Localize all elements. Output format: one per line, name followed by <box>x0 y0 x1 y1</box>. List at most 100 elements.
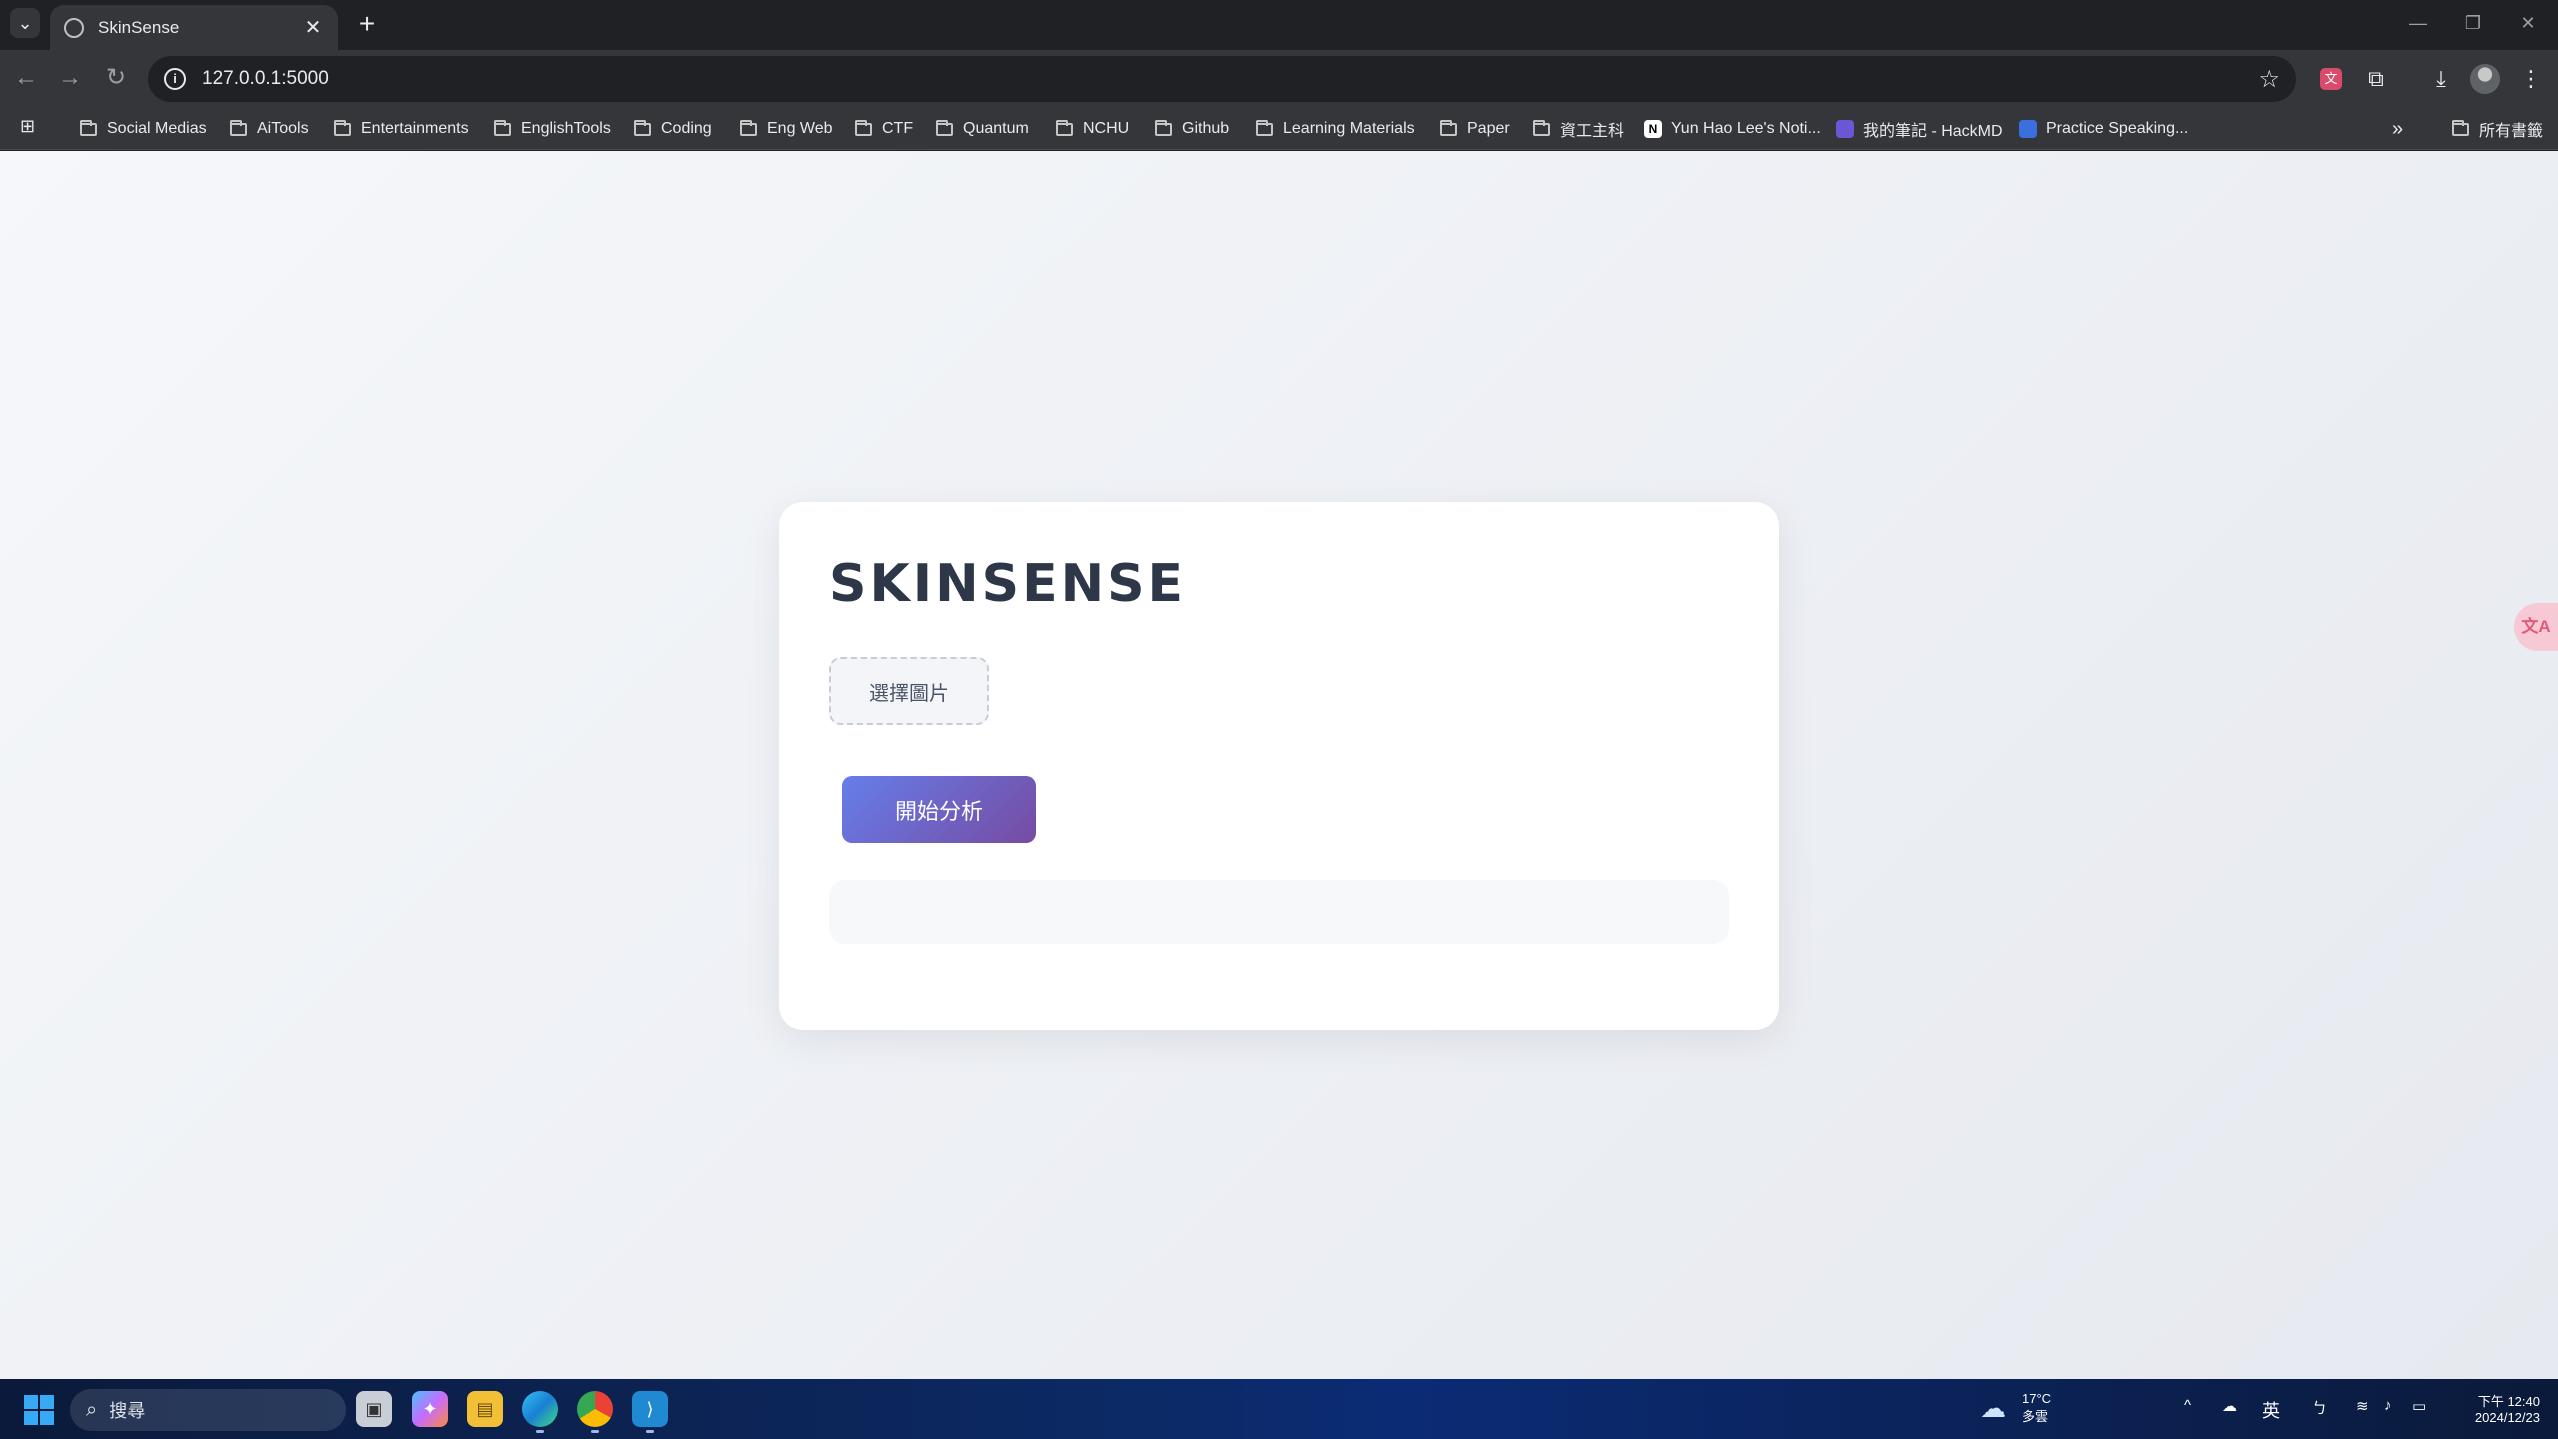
bookmark-label: NCHU <box>1083 120 1130 137</box>
reload-button[interactable]: ↻ <box>100 62 132 94</box>
browser-toolbar: ← → ↻ i 127.0.0.1:5000 ☆ 文 ⧉ ⤓ ⋮ <box>0 50 2558 108</box>
folder-icon <box>334 119 351 136</box>
taskbar-search[interactable]: ⌕ 搜尋 <box>70 1389 346 1431</box>
bookmark-item[interactable]: Quantum <box>936 116 1029 142</box>
bookmark-item[interactable]: Social Medias <box>80 116 207 142</box>
folder-icon <box>1440 119 1457 136</box>
bookmark-label: 我的筆記 - HackMD <box>1863 123 2003 140</box>
arrow-left-icon: ← <box>14 64 38 91</box>
bookmark-item[interactable]: 資工主科 <box>1533 116 1624 142</box>
bookmark-item[interactable]: Coding <box>634 116 712 142</box>
bookmark-label: Github <box>1182 120 1230 137</box>
site-info-icon[interactable]: i <box>164 68 186 90</box>
search-icon: ⌕ <box>86 1398 98 1421</box>
copilot-icon[interactable]: ✦ <box>412 1391 448 1427</box>
weather-widget[interactable]: 17°C 多雲 <box>2022 1391 2051 1425</box>
folder-icon <box>1256 119 1273 136</box>
folder-icon <box>855 119 872 136</box>
clock-date: 2024/12/23 <box>2474 1410 2540 1425</box>
back-button[interactable]: ← <box>10 62 42 94</box>
bookmark-item[interactable]: Learning Materials <box>1256 116 1415 142</box>
bookmark-label: Quantum <box>963 120 1029 137</box>
minimize-button[interactable]: — <box>2398 8 2438 38</box>
page-content: SKINSENSE 選擇圖片 開始分析 文A <box>0 151 2558 1379</box>
bookmark-item[interactable]: 我的筆記 - HackMD <box>1836 116 2003 142</box>
side-translate-icon[interactable]: 文A <box>2514 603 2558 651</box>
extensions-icon[interactable]: ⧉ <box>2360 63 2392 95</box>
bookmark-label: EnglishTools <box>521 120 611 137</box>
battery-icon[interactable]: ▭ <box>2412 1397 2426 1415</box>
bookmark-item[interactable]: Eng Web <box>740 116 833 142</box>
bookmark-label: 資工主科 <box>1560 123 1625 140</box>
bookmark-label: Eng Web <box>767 120 833 137</box>
close-window-button[interactable]: ✕ <box>2508 8 2548 38</box>
all-bookmarks-button[interactable]: 所有書籤 <box>2452 116 2543 142</box>
app-title: SKINSENSE <box>829 554 1187 614</box>
page-favicon-icon <box>1836 120 1854 138</box>
tab-close-button[interactable]: ✕ <box>302 15 324 40</box>
bookmark-item[interactable]: EnglishTools <box>494 116 611 142</box>
folder-icon <box>1056 119 1073 136</box>
wifi-icon[interactable]: ≋ <box>2356 1397 2369 1415</box>
bookmark-item[interactable]: Entertainments <box>334 116 469 142</box>
folder-icon <box>634 119 651 136</box>
windows-start-icon[interactable] <box>24 1395 54 1425</box>
edge-browser-icon[interactable] <box>522 1391 558 1433</box>
bookmark-label: Coding <box>661 120 712 137</box>
restore-button[interactable]: ❐ <box>2453 8 2493 38</box>
folder-icon <box>2452 119 2469 136</box>
arrow-right-icon: → <box>58 64 82 91</box>
bookmark-item[interactable]: Practice Speaking... <box>2019 116 2188 142</box>
volume-icon[interactable]: ♪ <box>2384 1397 2392 1414</box>
tab-strip: ⌄ SkinSense ✕ + — ❐ ✕ <box>0 0 2558 50</box>
apps-grid-icon[interactable]: ⊞ <box>20 116 40 136</box>
chrome-browser-icon[interactable] <box>577 1391 613 1433</box>
folder-icon <box>740 119 757 136</box>
globe-icon <box>64 17 84 38</box>
onedrive-icon[interactable]: ☁ <box>2222 1397 2237 1415</box>
url-text[interactable]: 127.0.0.1:5000 <box>202 68 2258 90</box>
bookmark-label: AiTools <box>257 120 309 137</box>
profile-avatar[interactable] <box>2470 64 2500 94</box>
choose-image-button[interactable]: 選擇圖片 <box>829 657 989 725</box>
forward-button[interactable]: → <box>54 62 86 94</box>
bookmark-label: Practice Speaking... <box>2046 120 2189 137</box>
all-bookmarks-label: 所有書籤 <box>2479 123 2544 140</box>
taskbar-search-label: 搜尋 <box>109 1401 146 1421</box>
bookmark-label: CTF <box>882 120 914 137</box>
vscode-icon[interactable]: ⟩ <box>632 1391 668 1433</box>
tab-title: SkinSense <box>98 17 180 37</box>
tab-skinsense[interactable]: SkinSense ✕ <box>50 5 338 50</box>
bookmark-star-icon[interactable]: ☆ <box>2258 65 2280 94</box>
folder-icon <box>1155 119 1172 136</box>
tray-chevron-up-icon[interactable]: ^ <box>2184 1397 2191 1414</box>
weather-desc: 多雲 <box>2022 1409 2049 1424</box>
clock[interactable]: 下午 12:40 2024/12/23 <box>2450 1391 2540 1425</box>
reload-icon: ↻ <box>105 64 127 91</box>
file-explorer-icon[interactable]: ▤ <box>467 1391 503 1427</box>
bookmark-item[interactable]: CTF <box>855 116 913 142</box>
bookmark-item[interactable]: Github <box>1155 116 1229 142</box>
bookmark-item[interactable]: NCHU <box>1056 116 1129 142</box>
bookmarks-bar: ⊞ Social Medias AiTools Entertainments Engl… <box>0 108 2558 150</box>
more-menu-icon[interactable]: ⋮ <box>2515 63 2547 95</box>
download-icon[interactable]: ⤓ <box>2425 63 2457 95</box>
bookmark-item[interactable]: N Yun Hao Lee's Noti... <box>1644 116 1821 142</box>
tab-search-button[interactable]: ⌄ <box>10 8 40 38</box>
translate-extension-icon[interactable]: 文 <box>2320 68 2342 90</box>
weather-temp: 17°C <box>2022 1391 2052 1406</box>
ime-mode-icon[interactable]: ㄅ <box>2312 1397 2327 1418</box>
address-bar[interactable]: i 127.0.0.1:5000 ☆ <box>148 56 2296 102</box>
folder-icon <box>494 119 511 136</box>
folder-icon <box>1533 119 1550 136</box>
bookmark-item[interactable]: AiTools <box>230 116 309 142</box>
task-view-icon[interactable]: ▣ <box>356 1391 392 1427</box>
cloud-icon[interactable]: ☁ <box>1980 1393 2006 1424</box>
page-favicon-icon <box>2019 120 2037 138</box>
bookmark-item[interactable]: Paper <box>1440 116 1510 142</box>
bookmarks-overflow-button[interactable]: » <box>2392 116 2403 142</box>
chevron-down-icon: ⌄ <box>17 12 33 33</box>
new-tab-button[interactable]: + <box>352 10 382 40</box>
start-analysis-button[interactable]: 開始分析 <box>842 776 1036 843</box>
ime-indicator[interactable]: 英 <box>2262 1397 2280 1423</box>
